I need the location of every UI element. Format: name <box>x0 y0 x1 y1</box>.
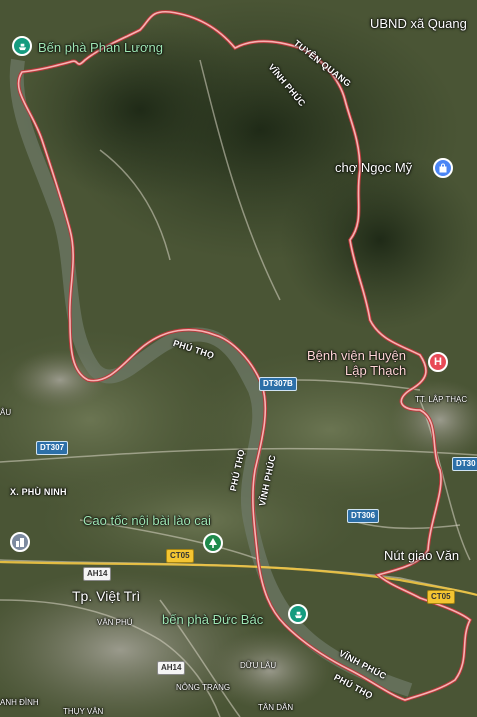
road-shield-dt307b: DT307B <box>259 377 297 391</box>
poi-nut-giao[interactable]: Nút giao Văn <box>384 548 459 563</box>
road-shield-dt307: DT307 <box>36 441 69 455</box>
place-tan-dan: TÂN DÂN <box>258 703 294 712</box>
ferry-pin-duc-bac[interactable] <box>288 604 308 624</box>
ferry-pin-phan-luong[interactable] <box>12 36 32 56</box>
road-shield-ah14-top: AH14 <box>83 567 112 581</box>
place-du-lau: DỮU LÂU <box>240 661 277 670</box>
poi-benh-vien-line1[interactable]: Bệnh viện Huyện <box>307 348 406 363</box>
place-nong-trang: NÔNG TRANG <box>176 683 231 692</box>
town-tt-lap-thach: TT. LẬP THẠC <box>415 395 468 404</box>
poi-cho-ngoc-my[interactable]: chợ Ngọc Mỹ <box>335 160 412 175</box>
park-pin[interactable] <box>203 533 223 553</box>
road-shield-dt30: DT30 <box>452 457 477 471</box>
poi-ubnd[interactable]: UBND xã Quang <box>370 16 467 31</box>
poi-cao-toc[interactable]: Cao tốc nội bài lào cai <box>83 513 211 528</box>
poi-ben-pha-phan-luong[interactable]: Bến phà Phan Lương <box>38 40 163 55</box>
tree-icon <box>209 538 217 548</box>
city-viet-tri[interactable]: Tp. Việt Trì <box>72 588 140 604</box>
ferry-icon <box>294 611 302 618</box>
place-van-phu: VÂN PHÚ <box>97 618 133 627</box>
road-shield-ah14-bottom: AH14 <box>157 661 186 675</box>
place-anh-dinh: ANH ĐÌNH <box>0 698 39 707</box>
hospital-pin[interactable]: H <box>428 352 448 372</box>
shopping-bag-icon <box>439 163 447 173</box>
road-shield-ct05-right: CT05 <box>427 590 455 604</box>
poi-benh-vien-line2[interactable]: Lập Thạch <box>345 363 406 378</box>
place-phu-ninh: X. PHÙ NINH <box>10 487 67 497</box>
city-icon <box>16 538 24 547</box>
ferry-icon <box>18 43 26 50</box>
place-au: ÂU <box>0 408 12 417</box>
road-shield-dt306: DT306 <box>347 509 380 523</box>
poi-ben-pha-duc-bac[interactable]: bến phà Đức Bác <box>162 612 263 627</box>
market-pin[interactable] <box>433 158 453 178</box>
road-shield-ct05-left: CT05 <box>166 549 194 563</box>
city-pin[interactable] <box>10 532 30 552</box>
place-thuy-van: THỤY VÂN <box>63 707 104 716</box>
